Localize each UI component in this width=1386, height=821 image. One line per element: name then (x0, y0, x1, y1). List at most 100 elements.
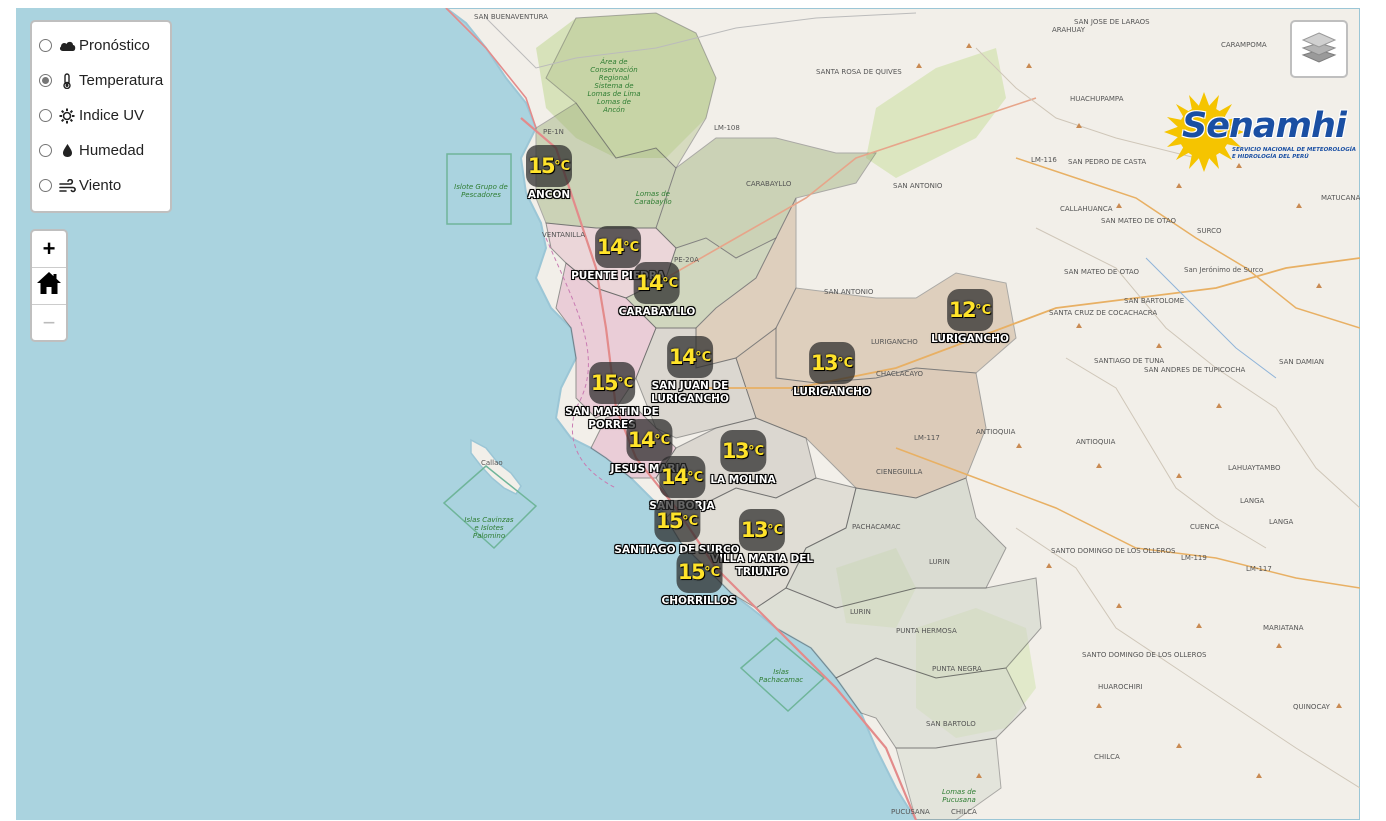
option-label: Humedad (79, 142, 145, 159)
temperature-badge: 15 °C (653, 500, 700, 542)
wind-icon (58, 178, 76, 194)
protected-area-label: Islas Cavinzas e Islotes Palomino (464, 516, 514, 540)
map-label: CALLAHUANCA (1060, 205, 1113, 213)
map-label: LM-117 (1246, 565, 1272, 573)
option-humedad[interactable]: Humedad (38, 133, 170, 168)
map-label: SANTA CRUZ DE COCACHACRA (1049, 309, 1158, 317)
protected-area-label: Islote Grupo de Pescadores (454, 183, 508, 199)
district-name: SAN JUAN DE LURIGANCHO (651, 380, 729, 405)
map-label: LM-119 (1181, 554, 1207, 562)
district-name: LURIGANCHO (793, 386, 871, 398)
map-label: SAN ANTONIO (893, 182, 943, 190)
radio-button[interactable] (39, 179, 52, 192)
temperature-badge: 15 °C (676, 551, 722, 593)
map-label: SANTO DOMINGO DE LOS OLLEROS (1082, 651, 1207, 659)
map-label: HUAROCHIRI (1098, 683, 1143, 691)
temperature-marker-carabayllo[interactable]: 14 °C CARABAYLLO (618, 262, 696, 319)
radio-button[interactable] (39, 39, 52, 52)
radio-button[interactable] (39, 74, 52, 87)
layers-icon (1301, 30, 1337, 69)
protected-area-label: Islas Pachacamac (758, 668, 804, 684)
senamhi-logo: Senamhi SERVICIO NACIONAL DE METEOROLOGÍ… (1156, 92, 1356, 178)
home-button[interactable] (32, 268, 66, 305)
map-label: SAN DAMIAN (1279, 358, 1325, 366)
zoom-in-button[interactable]: + (32, 231, 66, 268)
map-label: CARAMPOMA (1221, 41, 1267, 49)
map-label: CHACLACAYO (876, 370, 923, 378)
map-label: SAN PEDRO DE CASTA (1068, 158, 1147, 166)
temperature-badge: 13 °C (739, 509, 785, 551)
option-viento[interactable]: Viento (38, 168, 170, 203)
option-temperatura[interactable]: Temperatura (38, 63, 170, 98)
option-label: Pronóstico (79, 37, 150, 54)
map-label: SAN BARTOLOME (1124, 297, 1185, 305)
option-label: Temperatura (79, 72, 164, 89)
logo-title: Senamhi (1182, 106, 1347, 146)
temperature-marker-san-juan-de-lurigancho[interactable]: 14 °C SAN JUAN DE LURIGANCHO (651, 336, 729, 406)
district-name: ANCON (527, 189, 571, 201)
logo-subtitle: SERVICIO NACIONAL DE METEOROLOGÍA E HIDRO… (1232, 147, 1357, 160)
cloud-icon (58, 38, 76, 54)
radio-button[interactable] (39, 144, 52, 157)
sun-icon (58, 108, 76, 124)
home-icon (36, 271, 62, 301)
district-name: CARABAYLLO (618, 306, 696, 318)
zoom-control: + − (30, 229, 68, 342)
map-label: CUENCA (1190, 523, 1220, 531)
protected-area-label: Lomas de Pucusana (942, 788, 976, 804)
thermometer-icon (58, 72, 76, 89)
temperature-badge: 12 °C (946, 289, 993, 331)
map-label: SANTO DOMINGO DE LOS OLLEROS (1051, 547, 1176, 555)
map-label: PE-1N (543, 128, 564, 136)
temperature-marker-chorrillos[interactable]: 15 °C CHORRILLOS (662, 551, 737, 608)
map-label: LURIGANCHO (871, 338, 918, 346)
map-label: PUNTA HERMOSA (896, 627, 957, 635)
temperature-badge: 14 °C (659, 456, 705, 498)
map-label: SAN MATEO DE OTAO (1064, 268, 1139, 276)
temperature-marker-la-molina[interactable]: 13 °C LA MOLINA (710, 430, 776, 487)
temperature-badge: 13 °C (719, 430, 766, 472)
map-label: SAN ANTONIO (824, 288, 874, 296)
temperature-badge: 14 °C (626, 419, 672, 461)
temperature-marker-ancon[interactable]: 15 °C ANCON (526, 145, 572, 202)
option-pronostico[interactable]: Pronóstico (38, 28, 170, 63)
map-label: LM-117 (914, 434, 940, 442)
layer-selector: Pronóstico Temperatura Indice UV Humedad… (30, 20, 172, 213)
radio-button[interactable] (39, 109, 52, 122)
option-indice-uv[interactable]: Indice UV (38, 98, 170, 133)
temperature-badge: 15 °C (526, 145, 572, 187)
map-label: QUINOCAY (1293, 703, 1330, 711)
map-label: CARABAYLLO (746, 180, 792, 188)
map-label: ANTIOQUIA (976, 428, 1016, 436)
district-name: LURIGANCHO (931, 333, 1009, 345)
map-label: LM-116 (1031, 156, 1057, 164)
map-label: SANTA ROSA DE QUIVES (816, 68, 902, 76)
protected-area-label: Área de Conservación Regional Sistema de… (587, 58, 641, 114)
map-label: MARIATANA (1263, 624, 1304, 632)
zoom-out-button[interactable]: − (32, 305, 66, 341)
temperature-badge: 14 °C (666, 336, 713, 378)
map-label: CIENEGUILLA (876, 468, 923, 476)
option-label: Viento (79, 177, 122, 194)
droplet-icon (58, 143, 76, 159)
map-label: SAN BUENAVENTURA (474, 13, 548, 21)
map-label: LAHUAYTAMBO (1228, 464, 1281, 472)
map-label: SAN BARTOLO (926, 720, 976, 728)
map-label: HUACHUPAMPA (1070, 95, 1124, 103)
temperature-badge: 15 °C (588, 362, 635, 404)
map-label: SAN MATEO DE OTAO (1101, 217, 1176, 225)
map-label: CHILCA (951, 808, 977, 816)
map-label: LM-108 (714, 124, 740, 132)
option-label: Indice UV (79, 107, 145, 124)
temperature-badge: 14 °C (634, 262, 680, 304)
map-label: LURIN (850, 608, 871, 616)
layers-button[interactable] (1290, 20, 1348, 78)
temperature-marker-lurigancho-east[interactable]: 12 °C LURIGANCHO (931, 289, 1009, 346)
district-name: CHORRILLOS (661, 595, 737, 607)
protected-area-label: Lomas de Carabayllo (634, 190, 672, 206)
temperature-badge: 13 °C (808, 342, 855, 384)
map-label: San Jerónimo de Surco (1184, 266, 1264, 274)
district-name: LA MOLINA (710, 474, 776, 486)
temperature-marker-lurigancho[interactable]: 13 °C LURIGANCHO (793, 342, 871, 399)
map-label: ANTIOQUIA (1076, 438, 1116, 446)
